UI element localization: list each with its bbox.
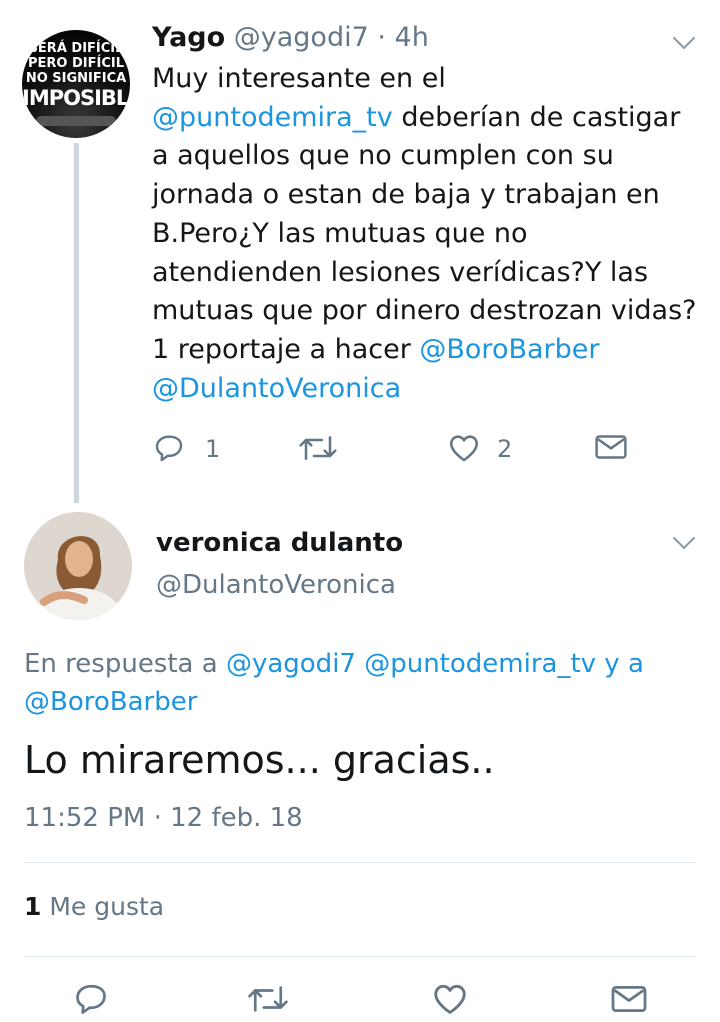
dm-button[interactable] bbox=[610, 983, 648, 1015]
reply-count: 1 bbox=[205, 435, 221, 463]
reply-button[interactable] bbox=[72, 981, 110, 1017]
avatar-text: SERÁ DIFÍCIL bbox=[28, 41, 124, 56]
avatar-veronica[interactable] bbox=[24, 512, 132, 620]
dm-icon bbox=[611, 985, 647, 1013]
tweet-text: Lo miraremos... gracias.. bbox=[24, 738, 495, 782]
reply-icon bbox=[76, 984, 106, 1014]
like-count: 2 bbox=[497, 435, 513, 463]
tweet-timestamp[interactable]: 11:52 PM · 12 feb. 18 bbox=[24, 803, 303, 833]
like-button[interactable] bbox=[446, 431, 482, 465]
mention-link[interactable]: @BoroBarber bbox=[24, 687, 197, 717]
dm-button[interactable] bbox=[594, 432, 628, 462]
like-icon bbox=[449, 435, 479, 462]
tweet-text: Muy interesante en el @puntodemira_tv de… bbox=[152, 60, 707, 408]
likes-count: 1 bbox=[24, 892, 42, 921]
mention-link[interactable]: @puntodemira_tv bbox=[364, 649, 596, 679]
tweet-line: @puntodemira_tv deberían de castigar bbox=[152, 99, 707, 138]
reply-prefix: En respuesta a bbox=[24, 649, 226, 679]
tweet-line: @DulantoVeronica bbox=[152, 370, 707, 409]
avatar-text: PERO DIFÍCIL bbox=[27, 56, 124, 71]
retweet-button[interactable] bbox=[298, 432, 338, 464]
avatar-text: IMPOSIBLE. bbox=[22, 86, 130, 110]
avatar-decoration bbox=[36, 116, 116, 126]
thread-line bbox=[74, 143, 79, 503]
tweet-line-text: deberían de castigar bbox=[392, 101, 681, 133]
mention-link[interactable]: @yagodi7 bbox=[226, 649, 356, 679]
reply-icon bbox=[155, 435, 183, 462]
retweet-icon bbox=[248, 986, 288, 1012]
reply-context-line: @BoroBarber bbox=[24, 683, 704, 721]
divider bbox=[24, 862, 696, 863]
dm-icon bbox=[595, 435, 627, 459]
author-name[interactable]: Yago bbox=[152, 22, 225, 53]
tweet-header: Yago @yagodi7 · 4h bbox=[152, 22, 429, 53]
author-name[interactable]: veronica dulanto bbox=[156, 528, 403, 558]
retweet-icon bbox=[299, 436, 337, 460]
reply-button[interactable] bbox=[152, 432, 186, 464]
tweet-line-text: 1 reportaje a hacer bbox=[152, 333, 420, 365]
like-icon bbox=[434, 984, 466, 1014]
author-handle[interactable]: @DulantoVeronica bbox=[156, 570, 396, 600]
tweet-line: Muy interesante en el bbox=[152, 63, 446, 94]
chevron-down-icon[interactable] bbox=[672, 526, 696, 550]
like-button[interactable] bbox=[430, 980, 470, 1018]
tweet-time[interactable]: · 4h bbox=[377, 22, 428, 53]
avatar-photo bbox=[24, 512, 132, 620]
tweet-line: jornada o estan de baja y trabajan en bbox=[152, 179, 660, 211]
tweet-line: atendienden lesiones verídicas?Y las bbox=[152, 256, 649, 288]
reply-context-line: En respuesta a @yagodi7 @puntodemira_tv … bbox=[24, 645, 704, 683]
divider bbox=[24, 956, 696, 957]
mention-link[interactable]: @puntodemira_tv bbox=[152, 102, 393, 133]
tweet-line: 1 reportaje a hacer @BoroBarber bbox=[152, 331, 707, 370]
avatar-yago[interactable]: SERÁ DIFÍCIL PERO DIFÍCIL NO SIGNIFICA I… bbox=[22, 30, 130, 138]
mention-link[interactable]: @BoroBarber bbox=[419, 334, 599, 365]
mention-link[interactable]: @DulantoVeronica bbox=[152, 373, 401, 404]
reply-context: En respuesta a @yagodi7 @puntodemira_tv … bbox=[24, 645, 704, 721]
tweet-line: a aquellos que no cumplen con su bbox=[152, 140, 614, 172]
reply-and: y a bbox=[596, 649, 644, 679]
chevron-down-icon[interactable] bbox=[672, 26, 696, 50]
likes-summary[interactable]: 1 Me gusta bbox=[24, 892, 164, 921]
author-handle[interactable]: @yagodi7 bbox=[234, 22, 369, 53]
likes-label: Me gusta bbox=[41, 892, 165, 921]
avatar-text: NO SIGNIFICA bbox=[25, 71, 127, 86]
tweet-line: mutuas que por dinero destrozan vidas? bbox=[152, 295, 697, 327]
retweet-button[interactable] bbox=[246, 982, 290, 1016]
tweet-line: B.Pero¿Y las mutuas que no bbox=[152, 217, 528, 249]
